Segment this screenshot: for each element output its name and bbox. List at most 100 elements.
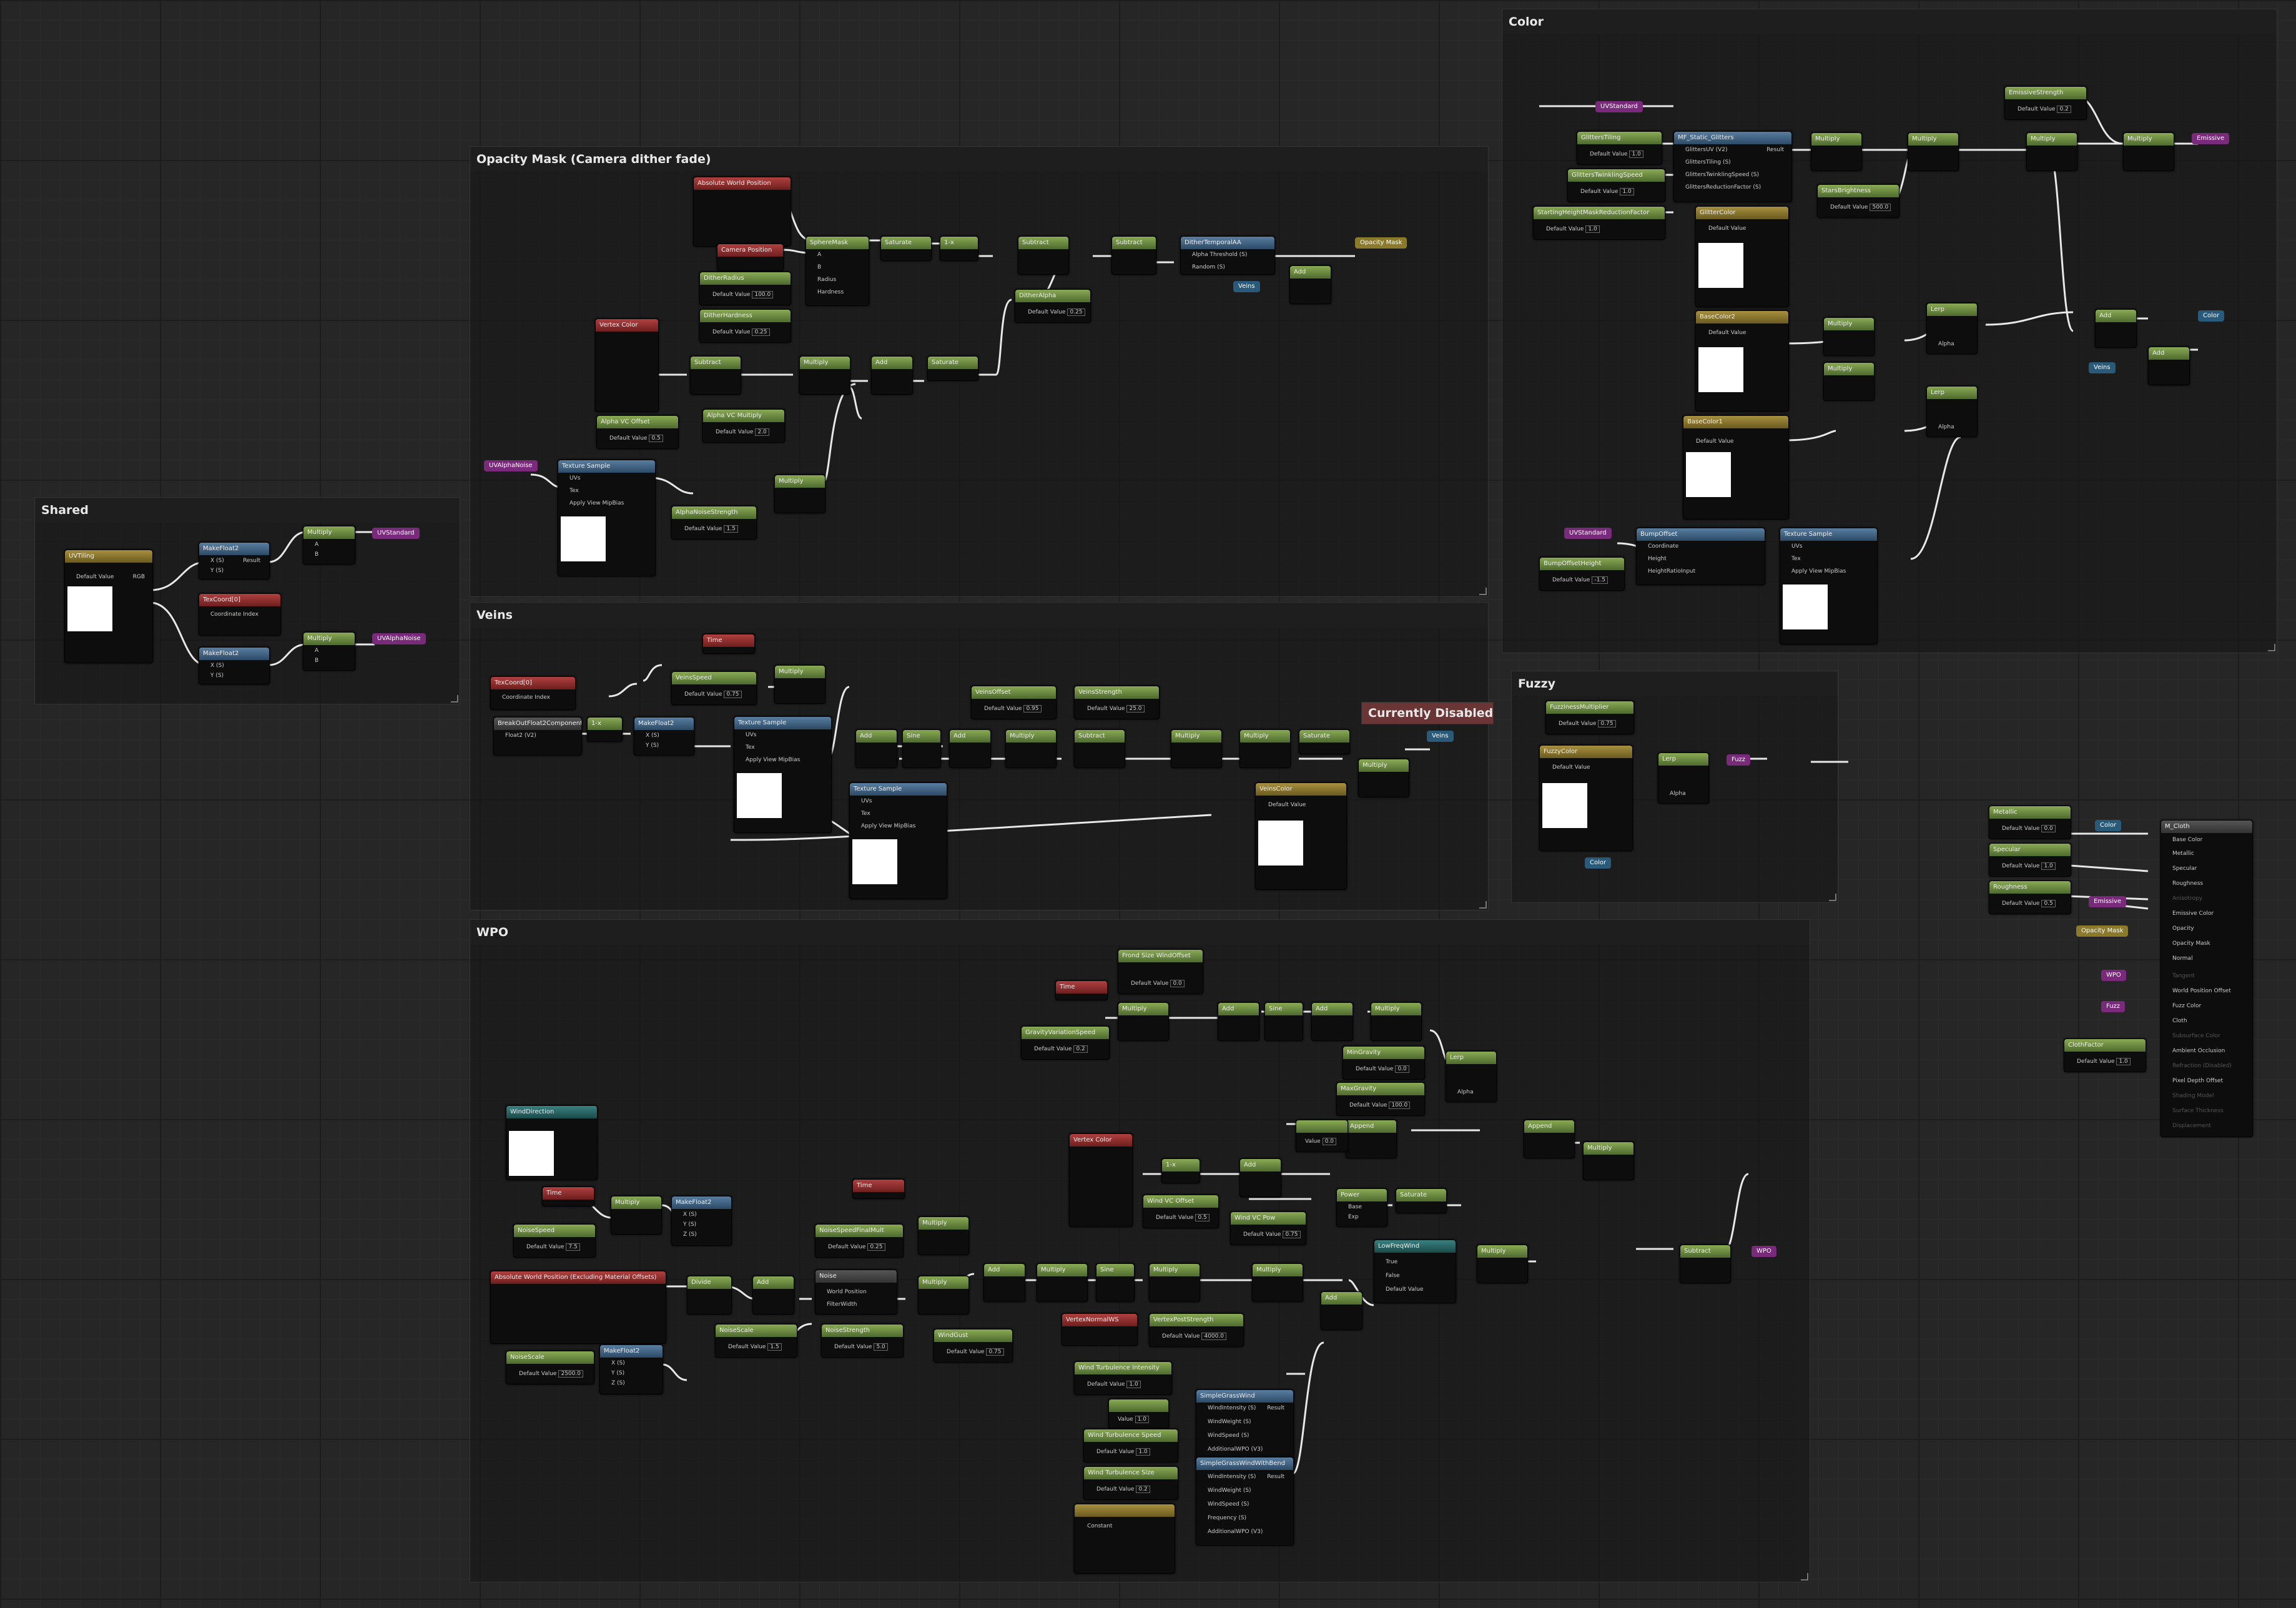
noise-scale-node-2[interactable]: NoiseScale Default Value 1.5 [715,1324,797,1358]
veins-offset-value[interactable]: 0.95 [1023,705,1042,713]
divide-node[interactable]: Divide [687,1276,732,1315]
makefloat2-node-veins[interactable]: MakeFloat2 X (S) Y (S) [634,717,694,756]
uvtiling-node[interactable]: UVTiling Default Value RGB [64,550,153,663]
constant-node-wpo-2[interactable]: Value 1.0 [1108,1399,1169,1429]
wind-turb-intensity-value[interactable]: 1.0 [1126,1381,1141,1388]
lerp-node-fuzzy[interactable]: Lerp Alpha [1658,752,1709,804]
multiply-node-wpo-5[interactable]: Multiply [611,1196,662,1235]
lerp-node-wpo[interactable]: Lerp Alpha [1446,1051,1497,1102]
glitters-tiling-value[interactable]: 1.0 [1629,150,1643,158]
max-gravity-node[interactable]: MaxGravity Default Value 100.0 [1336,1082,1425,1116]
alpha-vc-multiply-value[interactable]: 2.0 [755,428,769,436]
wind-vc-offset-node[interactable]: Wind VC Offset Default Value 0.5 [1143,1195,1219,1228]
wind-vc-offset-value[interactable]: 0.5 [1195,1214,1210,1221]
saturate-node-1[interactable]: Saturate [880,236,932,261]
mf-static-glitters-node[interactable]: MF_Static_Glitters GlittersUV (V2) Glitt… [1673,131,1792,202]
noise-speed-value[interactable]: 7.5 [566,1243,580,1251]
time-node-wpo-2[interactable]: Time [542,1186,594,1206]
stars-brightness-node[interactable]: StarsBrightness Default Value 500.0 [1817,184,1899,218]
wpo-reroute[interactable]: WPO [2101,970,2126,981]
metallic-node[interactable]: Metallic Default Value 0.0 [1989,806,2071,839]
starting-height-node[interactable]: StartingHeightMaskReductionFactor Defaul… [1533,206,1665,240]
noise-scale-value[interactable]: 2500.0 [558,1370,583,1378]
one-minus-node-veins[interactable]: 1-x [587,717,623,742]
starting-height-value[interactable]: 1.0 [1585,225,1600,233]
camera-position-node[interactable]: Camera Position [717,244,784,271]
color-reroute-3[interactable]: Color [2095,820,2122,831]
noise-strength-value[interactable]: 5.0 [874,1343,888,1351]
vertex-post-strength-node[interactable]: VertexPostStrength Default Value 4000.0 [1149,1313,1244,1347]
glitter-color-node[interactable]: GlitterColor Default Value [1695,206,1789,307]
multiply-node-opacity-1[interactable]: Multiply [799,356,850,395]
multiply-node-veins-5[interactable]: Multiply [1358,759,1409,797]
roughness-value[interactable]: 0.5 [2041,900,2056,907]
alpha-noise-strength-node[interactable]: AlphaNoiseStrength Default Value 1.5 [671,506,757,540]
veins-reroute-1[interactable]: Veins [1233,281,1260,292]
subtract-node-1[interactable]: Subtract [1018,236,1069,275]
multiply-node-wpo-2[interactable]: Multiply [1371,1002,1422,1041]
color-reroute[interactable]: Color [2198,310,2225,322]
time-node-wpo-3[interactable]: Time [852,1179,905,1199]
multiply-node-color-2[interactable]: Multiply [1908,132,1959,171]
texcoord-node[interactable]: TexCoord[0] Coordinate Index [199,593,281,636]
wind-direction-node[interactable]: WindDirection [506,1105,598,1180]
break-out-node[interactable]: BreakOutFloat2Components Float2 (V2) [493,717,582,756]
add-node-veins-2[interactable]: Add [949,729,991,768]
multiply-node-veins-2[interactable]: Multiply [1005,729,1057,768]
multiply-node-wpo-1[interactable]: Multiply [1118,1002,1169,1041]
noise-speed-final-node[interactable]: NoiseSpeedFinalMult Default Value 0.25 [815,1224,904,1258]
add-node-wpo-2[interactable]: Add [1311,1002,1353,1041]
glitters-tiling-node[interactable]: GlittersTiling Default Value 1.0 [1577,131,1662,165]
wind-turb-speed-node[interactable]: Wind Turbulence Speed Default Value 1.0 [1083,1429,1178,1462]
sine-node-wpo-2[interactable]: Sine [1096,1263,1135,1302]
dither-radius-node[interactable]: DitherRadius Default Value 100.0 [699,272,791,305]
add-node-wpo-3[interactable]: Add [1239,1158,1281,1197]
noise-scale-node[interactable]: NoiseScale Default Value 2500.0 [506,1351,594,1384]
min-gravity-node[interactable]: MinGravity Default Value 0.0 [1343,1046,1425,1080]
veins-offset-node[interactable]: VeinsOffset Default Value 0.95 [971,686,1057,719]
makefloat3-node[interactable]: MakeFloat2 X (S) Y (S) Z (S) [671,1196,732,1246]
dither-hardness-node[interactable]: DitherHardness Default Value 0.25 [699,309,791,343]
constant-node-wpo[interactable]: Value 0.0 [1296,1120,1348,1152]
sphere-mask-node[interactable]: SphereMask A B Radius Hardness [806,236,869,306]
add-node-wpo-4[interactable]: Add [752,1276,794,1315]
wind-vc-pow-node[interactable]: Wind VC Pow Default Value 0.75 [1230,1211,1306,1245]
simple-grass-wind-node[interactable]: SimpleGrassWind WindIntensity (S) WindWe… [1196,1389,1294,1464]
emissive-reroute-2[interactable]: Emissive [2089,896,2127,907]
multiply-node-wpo-8[interactable]: Multiply [1037,1263,1088,1302]
bump-offset-height-value[interactable]: -1.5 [1592,576,1609,584]
multiply-node-opacity-2[interactable]: Multiply [774,475,825,513]
veins-strength-value[interactable]: 25.0 [1126,705,1145,713]
wind-gust-node[interactable]: WindGust Default Value 0.75 [934,1329,1013,1363]
append-node-1[interactable]: Append [1346,1120,1397,1158]
dither-alpha-node[interactable]: DitherAlpha Default Value 0.25 [1015,289,1091,323]
multiply-node-shared-2[interactable]: Multiply A B [303,632,355,671]
saturate-node-wpo[interactable]: Saturate [1396,1188,1447,1213]
multiply-node-wpo-6[interactable]: Multiply [918,1216,969,1255]
multiply-node-color-5[interactable]: Multiply [1823,317,1875,356]
texture-sample-node-veins-2[interactable]: Texture Sample UVs Tex Apply View MipBia… [849,782,947,899]
specular-node[interactable]: Specular Default Value 1.0 [1989,843,2071,877]
emissive-strength-value[interactable]: 0.2 [2057,106,2071,113]
subtract-node-wpo[interactable]: Subtract [1680,1245,1731,1283]
opacity-mask-reroute[interactable]: Opacity Mask [1355,237,1407,249]
fuzz-reroute-2[interactable]: Fuzz [2101,1001,2126,1012]
constant-value[interactable]: 0.0 [1322,1138,1337,1145]
time-node-wpo-1[interactable]: Time [1055,980,1108,1000]
multiply-node-wpo-4[interactable]: Multiply [1477,1245,1528,1283]
texture-sample-node-color[interactable]: Texture Sample UVs Tex Apply View MipBia… [1780,528,1878,644]
multiply-node-shared-1[interactable]: Multiply A B [303,526,355,565]
material-output-node[interactable]: M_Cloth Base Color Metallic Specular Rou… [2161,820,2253,1137]
glitters-twinkling-node[interactable]: GlittersTwinklingSpeed Default Value 1.0 [1567,169,1665,202]
constant-value-2[interactable]: 1.0 [1135,1416,1150,1423]
roughness-node[interactable]: Roughness Default Value 0.5 [1989,880,2071,914]
metallic-value[interactable]: 0.0 [2041,825,2056,832]
subtract-node-2[interactable]: Subtract [1111,236,1156,275]
wpo-reroute-2[interactable]: WPO [1752,1246,1776,1257]
wind-turb-speed-value[interactable]: 1.0 [1136,1448,1150,1456]
veins-speed-node[interactable]: VeinsSpeed Default Value 0.75 [671,671,757,705]
multiply-node-color-4[interactable]: Multiply [2123,132,2174,171]
wind-vc-pow-value[interactable]: 0.75 [1283,1231,1301,1238]
veins-reroute-2[interactable]: Veins [1427,731,1454,742]
multiply-node-color-1[interactable]: Multiply [1811,132,1862,171]
